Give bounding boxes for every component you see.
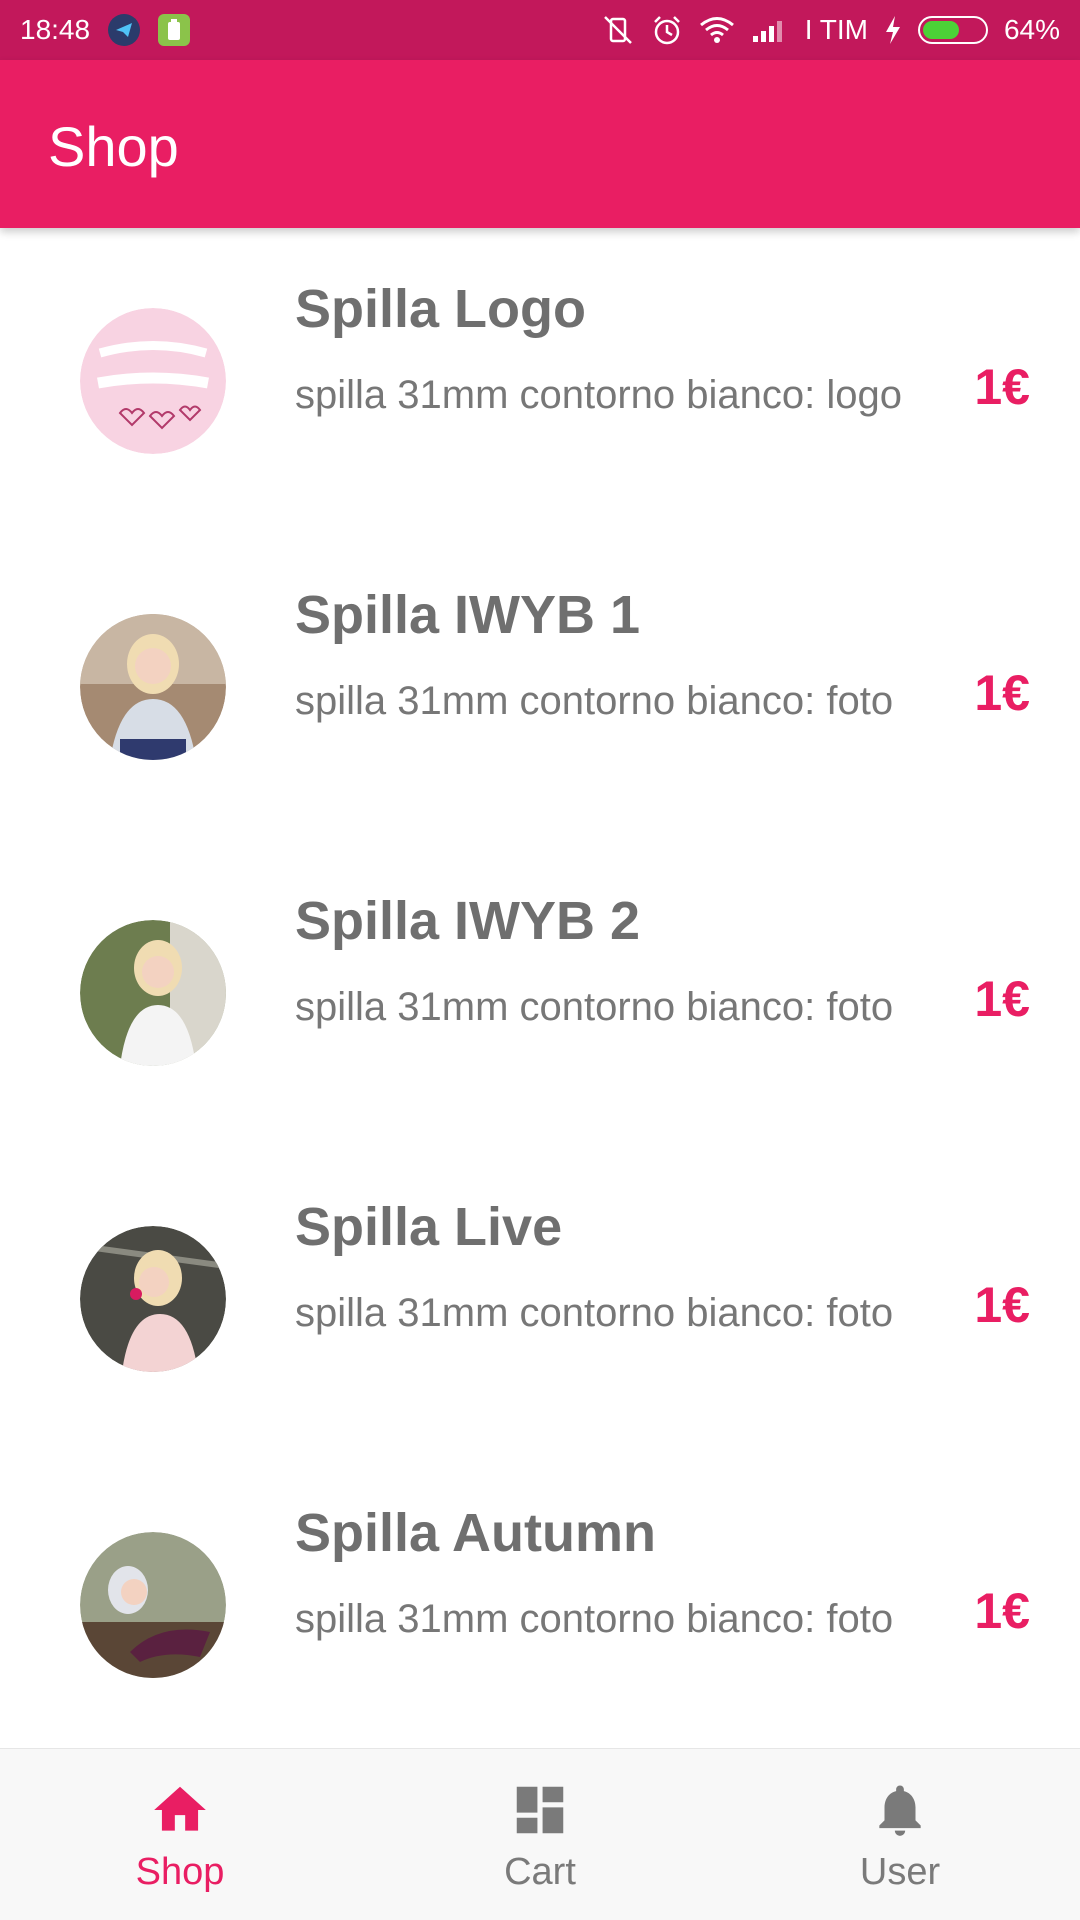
- product-description: spilla 31mm contorno bianco: logo: [295, 373, 903, 417]
- product-price: 1€: [974, 359, 1030, 415]
- signal-icon: [751, 16, 789, 44]
- product-price: 1€: [974, 665, 1030, 721]
- product-price: 1€: [974, 1277, 1030, 1333]
- list-item[interactable]: Spilla IWYB 1 spilla 31mm contorno bianc…: [0, 534, 1080, 840]
- product-photo-image: [80, 1532, 226, 1678]
- product-price: 1€: [974, 1583, 1030, 1639]
- alarm-icon: [651, 14, 683, 46]
- product-list[interactable]: Spilla Logo spilla 31mm contorno bianco:…: [0, 228, 1080, 1748]
- app-bar: Shop: [0, 60, 1080, 228]
- battery-saver-icon: [158, 14, 191, 46]
- carrier-name: I TIM: [804, 14, 868, 45]
- list-item[interactable]: Spilla Logo spilla 31mm contorno bianco:…: [0, 228, 1080, 534]
- bell-icon: [879, 1785, 921, 1836]
- product-photo-image: [80, 614, 226, 760]
- status-time: 18:48: [20, 14, 91, 45]
- product-price: 1€: [974, 971, 1030, 1027]
- product-description: spilla 31mm contorno bianco: foto: [295, 985, 894, 1029]
- home-icon: [154, 1786, 206, 1831]
- product-title: Spilla Logo: [295, 279, 586, 339]
- nav-item-cart[interactable]: Cart: [360, 1749, 720, 1920]
- wifi-icon: [699, 16, 735, 44]
- product-title: Spilla IWYB 2: [295, 891, 641, 951]
- nav-label-cart: Cart: [504, 1851, 576, 1893]
- nav-label-user: User: [859, 1851, 941, 1893]
- charging-icon: [884, 15, 902, 45]
- battery-level-fill: [922, 21, 960, 39]
- product-description: spilla 31mm contorno bianco: foto: [295, 679, 894, 723]
- page-title: Shop: [48, 115, 179, 178]
- status-bar: 18:48 I TIM 64%: [0, 0, 1080, 60]
- product-photo-image: [80, 920, 226, 1066]
- nav-item-user[interactable]: User: [720, 1749, 1080, 1920]
- product-logo-image: [80, 308, 226, 454]
- product-title: Spilla IWYB 1: [295, 585, 641, 645]
- product-title: Spilla Autumn: [295, 1503, 656, 1563]
- vibrate-off-icon: [601, 15, 635, 45]
- nav-label-shop: Shop: [135, 1851, 225, 1893]
- product-description: spilla 31mm contorno bianco: foto: [295, 1597, 894, 1641]
- battery-percentage: 64%: [1003, 14, 1060, 45]
- telegram-icon: [108, 14, 141, 46]
- product-description: spilla 31mm contorno bianco: foto: [295, 1291, 894, 1335]
- list-item[interactable]: Spilla Autumn spilla 31mm contorno bianc…: [0, 1452, 1080, 1748]
- bottom-navigation: Shop Cart User: [0, 1748, 1080, 1920]
- product-title: Spilla Live: [295, 1197, 563, 1257]
- product-photo-image: [80, 1226, 226, 1372]
- dashboard-icon: [516, 1786, 564, 1834]
- nav-item-shop[interactable]: Shop: [0, 1749, 360, 1920]
- list-item[interactable]: Spilla IWYB 2 spilla 31mm contorno bianc…: [0, 840, 1080, 1146]
- list-item[interactable]: Spilla Live spilla 31mm contorno bianco:…: [0, 1146, 1080, 1452]
- battery-icon: [917, 16, 988, 44]
